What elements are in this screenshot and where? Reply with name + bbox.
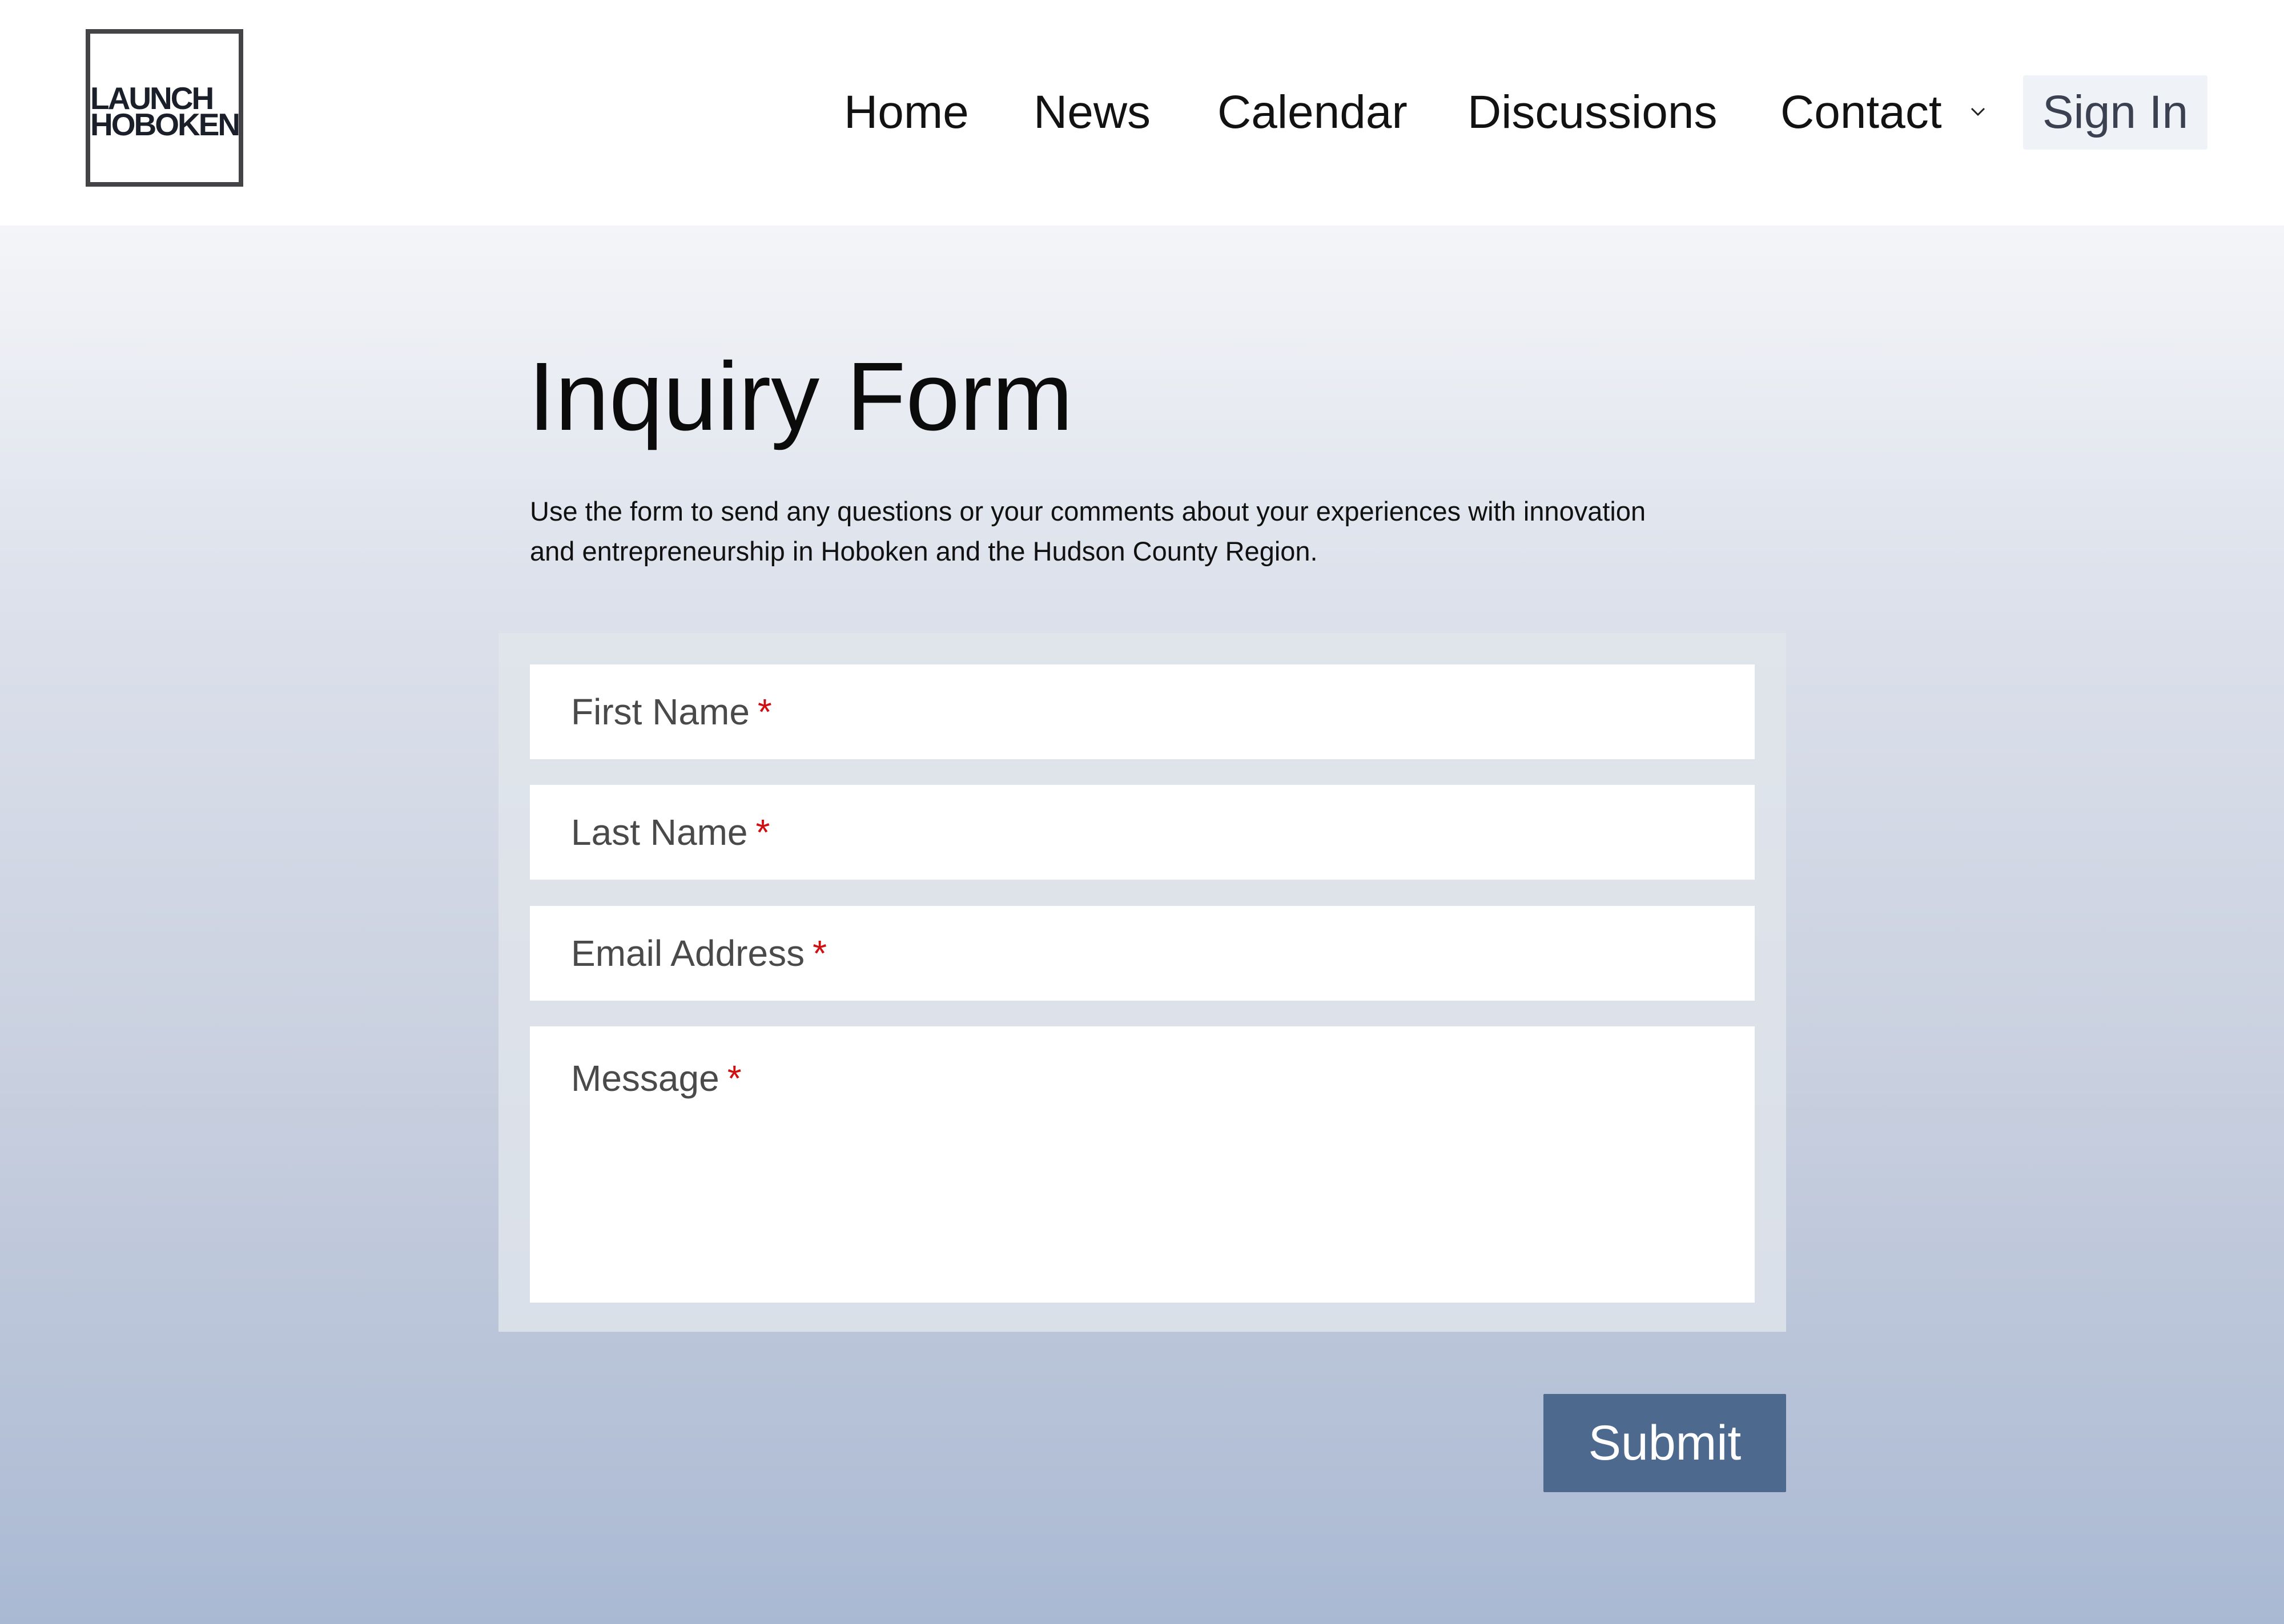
email-field[interactable]: Email Address * xyxy=(530,906,1755,1001)
message-textarea[interactable]: Message * xyxy=(530,1026,1755,1303)
last-name-field[interactable]: Last Name * xyxy=(530,785,1755,880)
email-label-text: Email Address xyxy=(571,933,805,974)
required-marker: * xyxy=(755,812,770,853)
intro-text: Use the form to send any questions or yo… xyxy=(530,491,1775,571)
intro-line-2: and entrepreneurship in Hoboken and the … xyxy=(530,536,1318,566)
first-name-label: First Name * xyxy=(571,688,772,735)
required-marker: * xyxy=(727,1058,742,1099)
intro-line-1: Use the form to send any questions or yo… xyxy=(530,496,1646,526)
message-label: Message * xyxy=(571,1055,742,1102)
launch-hoboken-logo[interactable]: LAUNCH HOBOKEN xyxy=(86,29,243,187)
nav-home[interactable]: Home xyxy=(844,75,969,150)
last-name-label: Last Name * xyxy=(571,809,770,856)
message-label-text: Message xyxy=(571,1058,719,1099)
inquiry-form: First Name * Last Name * Email Address * Me… xyxy=(498,633,1786,1332)
first-name-field[interactable]: First Name * xyxy=(530,664,1755,759)
nav-discussions[interactable]: Discussions xyxy=(1467,75,1717,150)
last-name-label-text: Last Name xyxy=(571,812,748,853)
sign-in-button[interactable]: Sign In xyxy=(2023,75,2207,150)
logo-line-2: HOBOKEN xyxy=(90,107,240,142)
email-label: Email Address * xyxy=(571,930,827,977)
nav-calendar[interactable]: Calendar xyxy=(1217,75,1408,150)
page-title: Inquiry Form xyxy=(528,342,1073,451)
submit-button[interactable]: Submit xyxy=(1543,1394,1786,1492)
required-marker: * xyxy=(757,691,772,732)
nav-news[interactable]: News xyxy=(1034,75,1151,150)
site-header: LAUNCH HOBOKEN Home News Calendar Discus… xyxy=(0,0,2284,225)
chevron-down-icon[interactable] xyxy=(1969,103,1987,120)
first-name-label-text: First Name xyxy=(571,691,750,732)
required-marker: * xyxy=(813,933,827,974)
main-content: Inquiry Form Use the form to send any qu… xyxy=(0,225,2284,1624)
nav-contact[interactable]: Contact xyxy=(1780,75,1942,150)
logo-wordmark: LAUNCH HOBOKEN xyxy=(90,83,240,142)
